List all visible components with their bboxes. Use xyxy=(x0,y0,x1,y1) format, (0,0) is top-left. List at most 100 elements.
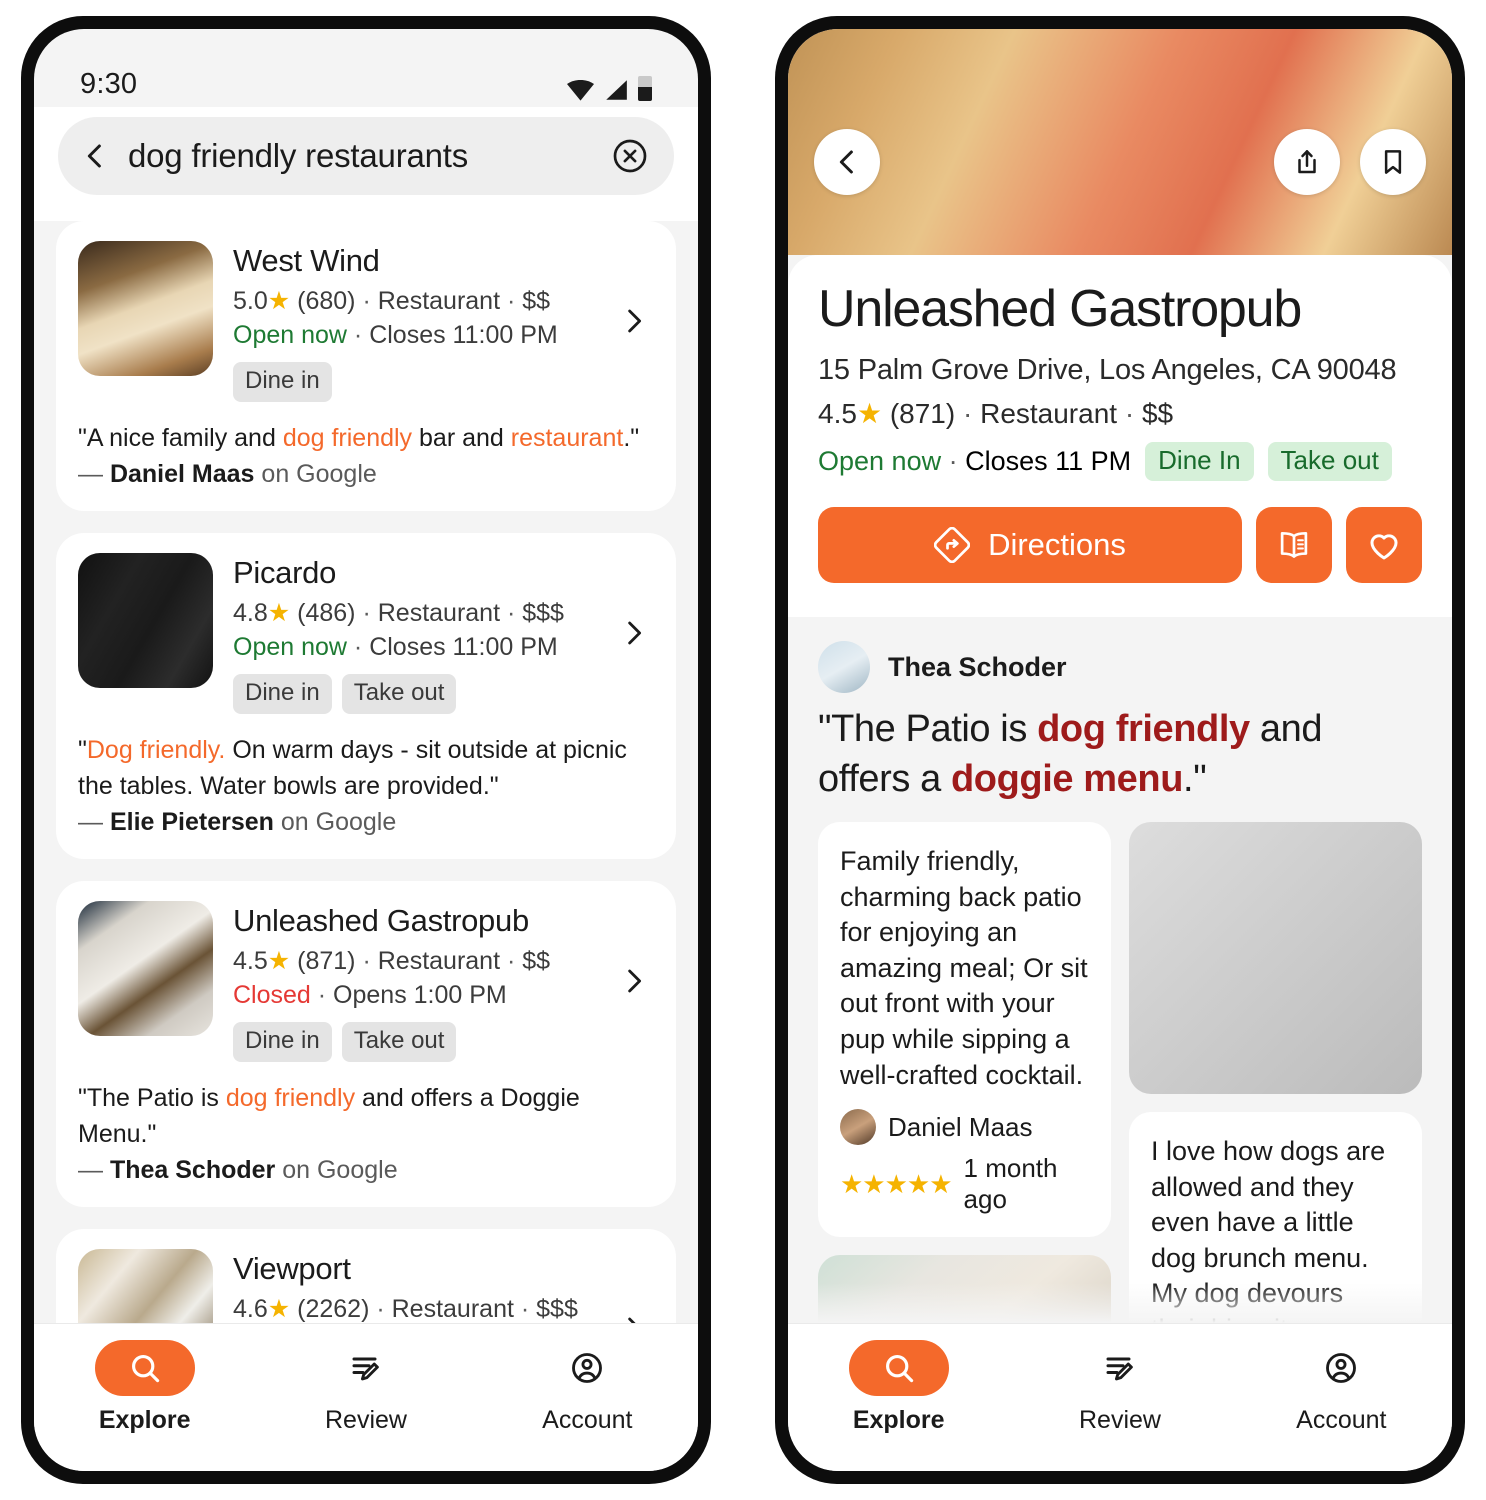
star-icon: ★ xyxy=(267,946,291,975)
search-input[interactable]: dog friendly restaurants xyxy=(128,137,594,175)
masonry-column-right: I love how dogs are allowed and they eve… xyxy=(1129,821,1422,1323)
directions-button[interactable]: Directions xyxy=(818,507,1242,584)
quote-plain: ." xyxy=(1183,757,1207,800)
right-bottom-nav[interactable]: Explore Review Account xyxy=(788,1323,1452,1471)
favorite-button[interactable] xyxy=(1346,507,1422,584)
wifi-icon xyxy=(567,80,594,101)
masonry-column-left: Family friendly, charming back patio for… xyxy=(818,821,1111,1323)
review-author: Daniel Maas xyxy=(888,1111,1033,1142)
result-quote-author: — Elie Pietersen on Google xyxy=(78,807,397,836)
nav-item-review[interactable]: Review xyxy=(1009,1340,1230,1435)
reviews-photos-masonry: Family friendly, charming back patio for… xyxy=(788,804,1452,1323)
search-bar[interactable]: dog friendly restaurants xyxy=(58,117,674,195)
result-rating-row: 5.0★ (680) · Restaurant · $$ xyxy=(233,286,551,315)
place-actions: Directions xyxy=(818,507,1422,584)
quote-highlight: Dog friendly. xyxy=(86,735,226,764)
right-phone-screen: 9:30 xyxy=(788,29,1452,1471)
directions-label: Directions xyxy=(988,527,1126,563)
hero-back-button[interactable] xyxy=(814,129,880,195)
review-timestamp: 1 month ago xyxy=(963,1153,1058,1215)
result-hours-row: Closed · Opens 1:00 PM xyxy=(233,981,507,1010)
status-icons xyxy=(567,76,652,101)
result-card[interactable]: West Wind 5.0★ (680) · Restaurant · $$ Ope… xyxy=(56,221,676,511)
status-badge: Open now xyxy=(233,633,347,662)
featured-quote: Thea Schoder "The Patio is dog friendly … xyxy=(788,617,1452,804)
result-category: Restaurant xyxy=(377,286,501,315)
star-icon: ★ xyxy=(267,598,291,627)
close-circle-icon[interactable] xyxy=(612,138,648,174)
result-category: Restaurant xyxy=(377,946,501,975)
rating-value: 4.6 xyxy=(233,1294,268,1323)
star-icon: ★ xyxy=(267,1294,291,1323)
nav-item-label: Account xyxy=(542,1406,633,1434)
place-title: Unleashed Gastropub xyxy=(818,280,1302,338)
service-chips: Dine in Take out xyxy=(233,673,594,714)
quote-highlight: restaurant xyxy=(510,423,624,452)
chevron-right-icon xyxy=(628,622,641,645)
nav-item-explore[interactable]: Explore xyxy=(788,1340,1009,1435)
hours-value: Closes 11:00 PM xyxy=(369,633,558,662)
avatar xyxy=(840,1109,876,1146)
chevron-left-icon[interactable] xyxy=(80,141,110,171)
quote-text: "The Patio is dog friendly and offers a … xyxy=(818,705,1422,804)
star-rating: ★★★★★ xyxy=(840,1168,953,1199)
result-card[interactable]: Unleashed Gastropub 4.5★ (871) · Restaura… xyxy=(56,880,676,1207)
photo-tile[interactable] xyxy=(1129,821,1422,1094)
author-name: Thea Schoder xyxy=(109,1155,276,1184)
nav-item-account[interactable]: Account xyxy=(1231,1340,1452,1435)
detail-scroll-area[interactable]: Unleashed Gastropub 15 Palm Grove Drive,… xyxy=(788,255,1452,1323)
place-hours: Open now · Closes 11 PM xyxy=(818,446,1132,477)
result-open-button[interactable] xyxy=(614,618,654,648)
left-phone-frame: 9:30 dog friendly restaurants West Wind … xyxy=(21,16,711,1484)
service-chips: Dine in Take out xyxy=(233,1021,594,1062)
result-open-button[interactable] xyxy=(614,966,654,996)
result-rating-row: 4.5★ (871) · Restaurant · $$ xyxy=(233,946,551,975)
service-chip: Take out xyxy=(341,1021,457,1062)
quote-highlight: dog friendly xyxy=(282,423,413,452)
closing-time: Closes 11 PM xyxy=(965,446,1132,477)
place-detail-sheet: Unleashed Gastropub 15 Palm Grove Drive,… xyxy=(788,255,1452,618)
bookmark-icon xyxy=(1384,150,1402,174)
quote-author-row: Thea Schoder xyxy=(818,641,1422,694)
result-thumbnail xyxy=(78,1248,213,1323)
signal-icon xyxy=(606,80,627,100)
rating-value: 4.5 xyxy=(233,946,268,975)
bookmark-button[interactable] xyxy=(1360,129,1426,195)
review-count: (871) xyxy=(297,946,356,975)
nav-icon-pill xyxy=(94,1340,195,1396)
rating-value: 5.0 xyxy=(233,286,268,315)
chevron-left-icon xyxy=(839,150,853,174)
result-quote-author: — Thea Schoder on Google xyxy=(78,1155,398,1184)
result-category: Restaurant xyxy=(391,1294,514,1323)
result-thumbnail xyxy=(78,241,213,376)
result-category: Restaurant xyxy=(377,598,501,627)
star-icon: ★ xyxy=(267,286,291,315)
results-list[interactable]: West Wind 5.0★ (680) · Restaurant · $$ Ope… xyxy=(34,221,698,1323)
nav-item-account[interactable]: Account xyxy=(477,1340,698,1435)
nav-item-review[interactable]: Review xyxy=(255,1340,476,1435)
result-card[interactable]: Viewport4.6★ (2262) · Restaurant · $$$Op… xyxy=(56,1228,676,1323)
result-open-button[interactable] xyxy=(614,1314,654,1323)
nav-item-explore[interactable]: Explore xyxy=(34,1340,255,1435)
battery-icon xyxy=(638,76,652,101)
left-bottom-nav[interactable]: Explore Review Account xyxy=(34,1323,698,1471)
service-chip-dine-in: Dine In xyxy=(1145,442,1254,482)
result-thumbnail xyxy=(78,552,213,688)
place-category: Restaurant xyxy=(980,398,1118,430)
hours-value: Closes 11:00 PM xyxy=(369,321,558,350)
quote-plain: " xyxy=(78,735,87,764)
hero-controls xyxy=(814,129,1426,195)
author-suffix: on Google xyxy=(273,807,397,836)
scroll-fade xyxy=(788,1283,1452,1323)
result-name: Viewport xyxy=(233,1250,351,1286)
result-quote: "Dog friendly. On warm days - sit outsid… xyxy=(78,732,654,804)
menu-button[interactable] xyxy=(1256,507,1332,584)
result-card[interactable]: Picardo 4.8★ (486) · Restaurant · $$$ Open… xyxy=(56,532,676,859)
status-badge: Open now xyxy=(233,321,347,350)
result-thumbnail xyxy=(78,900,213,1036)
price-level: $$ xyxy=(1141,398,1174,430)
share-button[interactable] xyxy=(1274,129,1340,195)
price-level: $$ xyxy=(522,286,551,315)
result-open-button[interactable] xyxy=(614,306,654,336)
service-chip: Dine in xyxy=(233,1021,332,1062)
